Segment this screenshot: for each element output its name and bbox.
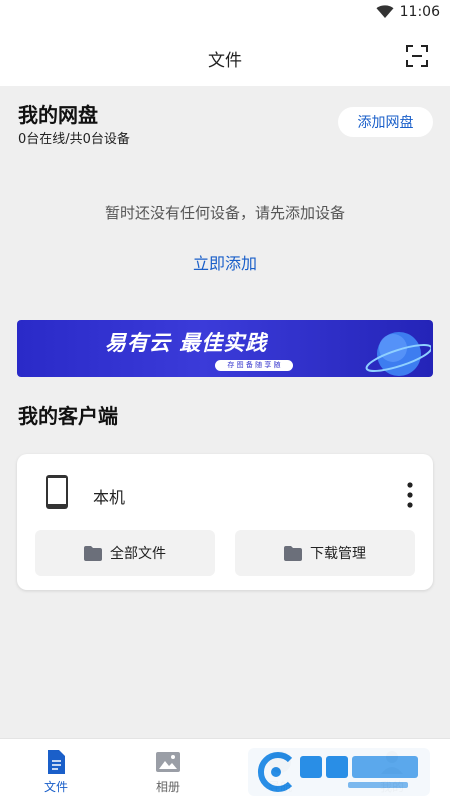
drive-device-count: 0台在线/共0台设备 bbox=[18, 132, 130, 147]
watermark-icon bbox=[257, 752, 293, 792]
wifi-icon bbox=[376, 5, 394, 18]
add-drive-button[interactable]: 添加网盘 bbox=[338, 107, 433, 137]
planet-icon bbox=[365, 332, 431, 376]
scan-icon[interactable] bbox=[406, 45, 428, 67]
device-name: 本机 bbox=[93, 488, 126, 507]
banner-tagline: 存 图 备 随 享 随 bbox=[215, 360, 293, 371]
all-files-label: 全部文件 bbox=[110, 546, 166, 562]
folder-icon bbox=[284, 545, 302, 561]
tab-files-label: 文件 bbox=[43, 780, 68, 794]
page-title: 文件 bbox=[208, 51, 242, 71]
watermark-logo bbox=[248, 748, 430, 796]
tab-files[interactable]: 文件 bbox=[0, 739, 112, 800]
tab-album-label: 相册 bbox=[155, 780, 180, 794]
download-manager-label: 下载管理 bbox=[310, 546, 366, 562]
watermark-wordmark bbox=[300, 756, 418, 788]
phone-icon bbox=[46, 475, 68, 509]
all-files-button[interactable]: 全部文件 bbox=[35, 530, 215, 576]
add-now-link[interactable]: 立即添加 bbox=[0, 250, 450, 274]
status-time: 11:06 bbox=[399, 4, 440, 20]
client-card-local: 本机 全部文件 下载管理 bbox=[17, 454, 433, 590]
clients-section-title: 我的客户端 bbox=[18, 404, 118, 428]
promo-banner[interactable]: 易有云 最佳实践 存 图 备 随 享 随 bbox=[17, 320, 433, 377]
image-icon bbox=[156, 752, 180, 772]
download-manager-button[interactable]: 下载管理 bbox=[235, 530, 415, 576]
folder-icon bbox=[84, 545, 102, 561]
banner-title: 易有云 最佳实践 bbox=[105, 331, 268, 355]
empty-state-text: 暂时还没有任何设备，请先添加设备 bbox=[104, 204, 345, 222]
drive-section-title: 我的网盘 bbox=[18, 103, 98, 127]
more-icon[interactable] bbox=[407, 482, 413, 508]
file-icon bbox=[48, 750, 65, 774]
status-bar: 11:06 bbox=[0, 0, 450, 26]
app-header: 文件 bbox=[0, 26, 450, 86]
tab-album[interactable]: 相册 bbox=[112, 739, 224, 800]
